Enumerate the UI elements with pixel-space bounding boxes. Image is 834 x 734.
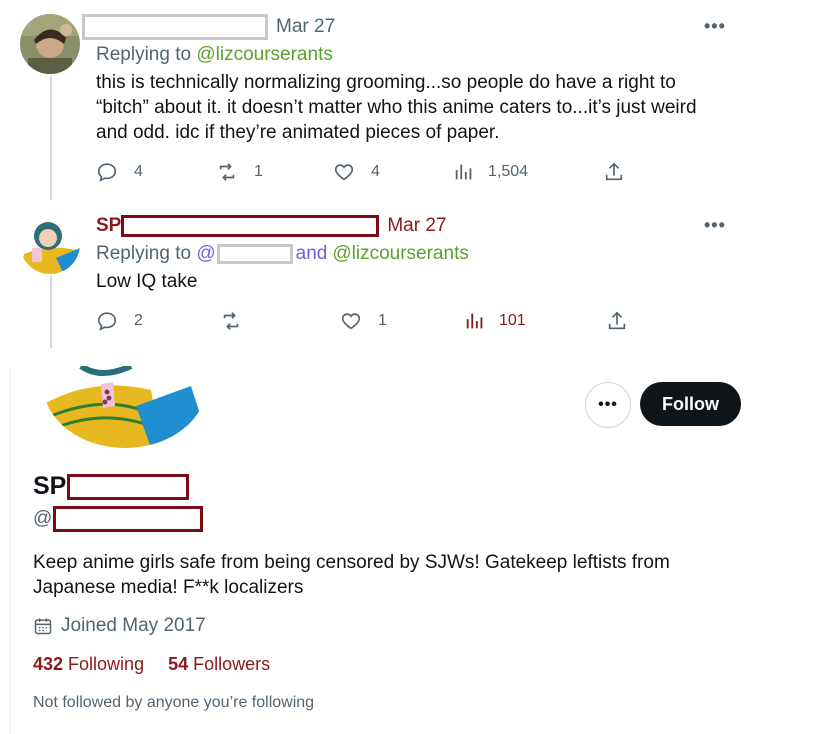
more-options-button[interactable]: ••• <box>704 16 726 37</box>
redacted-handle <box>216 244 293 264</box>
tweet-text: Low IQ take <box>96 271 198 292</box>
like-button[interactable]: 1 <box>340 310 464 332</box>
reply-icon <box>97 312 117 331</box>
tweet-header: SP Mar 27 <box>96 212 447 240</box>
mention-link[interactable]: @lizcourserants <box>332 243 469 265</box>
share-button[interactable] <box>606 310 628 332</box>
retweet-button[interactable] <box>220 310 340 332</box>
retweet-icon <box>219 163 235 181</box>
tweet-actions: 4 1 4 1,504 <box>96 161 625 183</box>
replying-to: Replying to @ and @lizcourserants <box>96 243 469 265</box>
follow-button[interactable]: Follow <box>640 382 741 426</box>
thread-line <box>50 276 52 348</box>
more-options-button[interactable]: ••• <box>585 382 631 428</box>
tweet-text: this is technically normalizing grooming… <box>96 72 697 143</box>
avatar[interactable] <box>20 14 80 74</box>
heart-icon <box>341 313 361 330</box>
reply-count: 2 <box>134 312 143 329</box>
redacted-name <box>67 473 190 500</box>
reply-button[interactable]: 4 <box>96 161 216 183</box>
retweet-button[interactable]: 1 <box>216 161 333 183</box>
tweet-2[interactable]: SP Mar 27 ••• Replying to @ and @lizcour… <box>0 200 760 348</box>
like-button[interactable]: 4 <box>333 161 453 183</box>
profile-bio: Keep anime girls safe from being censore… <box>33 552 670 598</box>
mention-link[interactable]: @lizcourserants <box>196 44 333 65</box>
heart-icon <box>334 164 354 181</box>
tweet-actions: 2 1 101 <box>96 310 628 332</box>
calendar-icon <box>34 618 52 635</box>
profile-name[interactable]: SP <box>33 472 190 501</box>
views-button[interactable]: 1,504 <box>453 161 603 183</box>
more-options-button[interactable]: ••• <box>704 215 726 236</box>
like-count: 1 <box>378 312 387 329</box>
not-followed-note: Not followed by anyone you’re following <box>33 694 315 711</box>
followers-link[interactable]: 54 Followers <box>168 654 270 675</box>
redacted-name <box>121 215 380 237</box>
views-button[interactable]: 101 <box>464 310 606 332</box>
replying-to: Replying to @lizcourserants <box>96 44 333 65</box>
views-icon <box>466 313 483 329</box>
redacted-handle <box>53 506 204 532</box>
profile-hover-card: ••• Follow SP @ Keep anime girls safe fr… <box>10 366 760 734</box>
avatar[interactable] <box>20 214 80 274</box>
mention-link[interactable]: @ <box>196 243 293 265</box>
views-count: 101 <box>499 312 526 329</box>
share-icon <box>605 162 623 181</box>
views-count: 1,504 <box>488 163 529 180</box>
tweet-date[interactable]: Mar 27 <box>387 215 446 237</box>
reply-icon <box>97 163 117 182</box>
retweet-count: 1 <box>254 163 263 180</box>
profile-handle: @ <box>33 506 204 532</box>
like-count: 4 <box>371 163 380 180</box>
tweet-1[interactable]: Mar 27 ••• Replying to @lizcourserants t… <box>0 0 760 200</box>
profile-stats: 432 Following 54 Followers <box>33 654 270 675</box>
tweet-header: Mar 27 <box>82 13 335 41</box>
display-name[interactable]: SP <box>96 215 121 237</box>
following-link[interactable]: 432 Following <box>33 654 144 675</box>
views-icon <box>455 164 472 180</box>
retweet-icon <box>223 312 239 330</box>
redacted-name <box>82 14 268 40</box>
share-icon <box>608 311 626 330</box>
thread-line <box>50 76 52 200</box>
reply-button[interactable]: 2 <box>96 310 220 332</box>
share-button[interactable] <box>603 161 625 183</box>
joined-date: Joined May 2017 <box>33 615 206 637</box>
tweet-date[interactable]: Mar 27 <box>276 16 335 38</box>
profile-avatar[interactable] <box>41 366 211 448</box>
reply-count: 4 <box>134 163 143 180</box>
